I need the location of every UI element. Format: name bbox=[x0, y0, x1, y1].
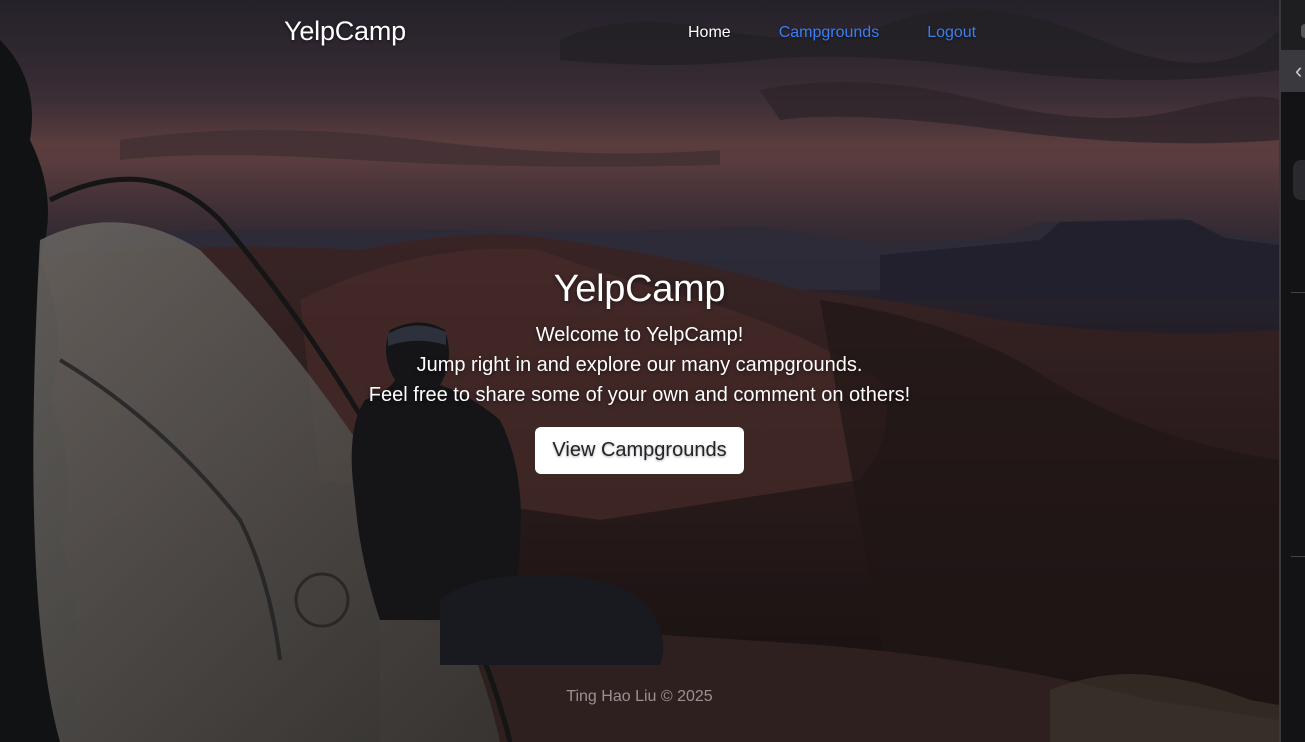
footer-credit: Ting Hao Liu © 2025 bbox=[566, 688, 713, 705]
top-nav: Home Campgrounds Logout bbox=[688, 24, 976, 42]
hero-welcome-line: Welcome to YelpCamp! bbox=[535, 324, 744, 346]
side-panel-divider bbox=[1291, 292, 1305, 293]
brand-logo[interactable]: YelpCamp bbox=[284, 16, 406, 47]
nav-campgrounds-link[interactable]: Campgrounds bbox=[779, 24, 880, 42]
side-panel-divider bbox=[1291, 556, 1305, 557]
side-panel-button[interactable] bbox=[1293, 160, 1305, 200]
view-campgrounds-button[interactable]: View Campgrounds bbox=[535, 427, 744, 474]
hero-share-line: Feel free to share some of your own and … bbox=[368, 384, 911, 406]
hero-explore-line: Jump right in and explore our many campg… bbox=[416, 354, 863, 376]
nav-home-link[interactable]: Home bbox=[688, 24, 731, 42]
hero-title: YelpCamp bbox=[553, 268, 726, 310]
side-panel-handle bbox=[1301, 24, 1305, 38]
nav-logout-link[interactable]: Logout bbox=[927, 24, 976, 42]
chevron-left-icon[interactable]: ‹ bbox=[1295, 56, 1302, 86]
hero-content: YelpCamp Welcome to YelpCamp! Jump right… bbox=[0, 266, 1279, 474]
side-panel: ‹ bbox=[1279, 0, 1305, 742]
